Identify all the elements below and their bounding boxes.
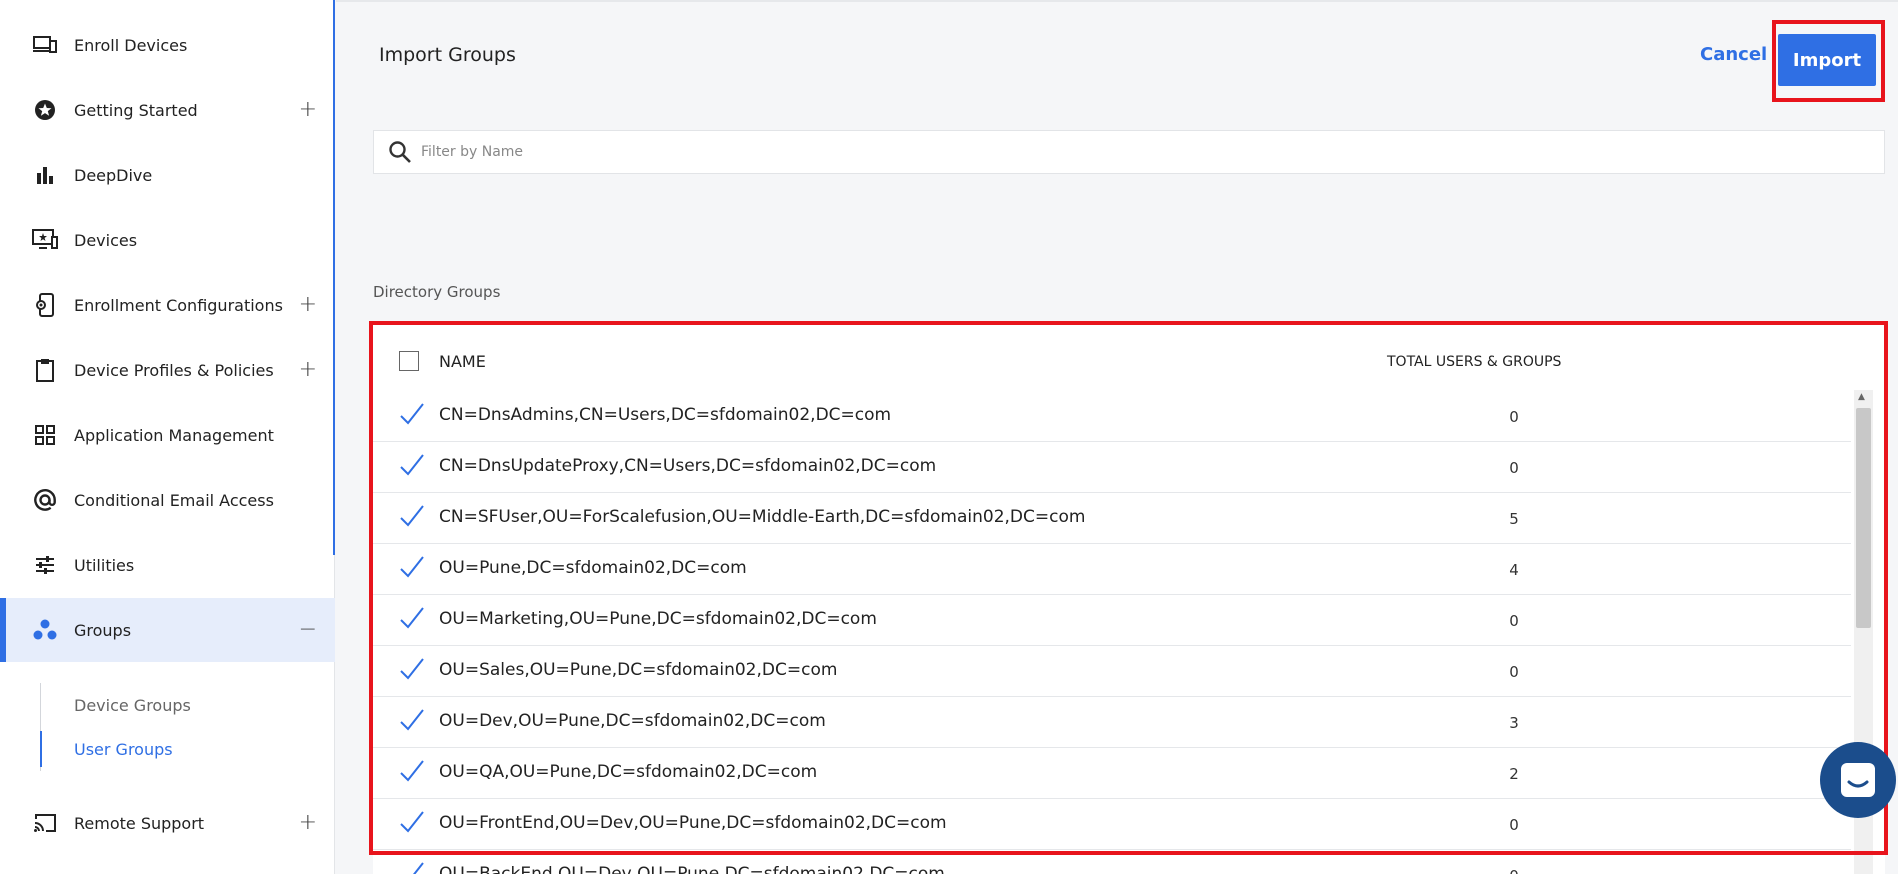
cast-icon [32, 810, 58, 836]
chat-launcher-button[interactable] [1820, 742, 1896, 818]
sidebar-item-deepdive[interactable]: DeepDive [0, 143, 335, 207]
sidebar-item-label: Conditional Email Access [74, 490, 274, 510]
chat-icon [1841, 763, 1875, 797]
search-bar [373, 130, 1885, 174]
sidebar-item-utilities[interactable]: Utilities [0, 533, 335, 597]
group-name: OU=BackEnd,OU=Dev,OU=Pune,DC=sfdomain02,… [439, 864, 945, 874]
sliders-icon [32, 552, 58, 578]
groups-submenu: Device Groups User Groups [40, 683, 330, 771]
sidebar-item-label: Devices [74, 230, 138, 250]
star-badge-icon [32, 97, 58, 123]
sidebar-subitem-user-groups[interactable]: User Groups [40, 727, 291, 771]
monitor-icon [32, 227, 58, 253]
expand-plus-icon[interactable]: + [299, 359, 317, 381]
group-count: 0 [1499, 867, 1529, 874]
sidebar-item-label: Utilities [74, 555, 135, 575]
sidebar-item-label: Remote Support [74, 813, 205, 833]
sidebar-item-label: Groups [74, 620, 132, 640]
expand-plus-icon[interactable]: + [299, 294, 317, 316]
sidebar-item-groups[interactable]: Groups − [0, 598, 335, 662]
search-icon [385, 137, 415, 167]
sidebar-item-device-profiles-policies[interactable]: Device Profiles & Policies + [0, 338, 335, 402]
sidebar-item-label: Device Profiles & Policies [74, 360, 274, 380]
sidebar-item-getting-started[interactable]: Getting Started + [0, 78, 335, 142]
at-sign-icon [32, 487, 58, 513]
page-title: Import Groups [379, 44, 516, 66]
bar-chart-icon [32, 162, 58, 188]
sidebar-item-label: Getting Started [74, 100, 198, 120]
check-icon[interactable] [399, 861, 425, 874]
sidebar-item-enrollment-configurations[interactable]: Enrollment Configurations + [0, 273, 335, 337]
sidebar-item-conditional-email-access[interactable]: Conditional Email Access [0, 468, 335, 532]
devices-icon [32, 32, 58, 58]
sidebar-item-remote-support[interactable]: Remote Support + [0, 791, 335, 855]
sidebar-item-label: Enroll Devices [74, 35, 188, 55]
sidebar: Enroll Devices Getting Started + DeepDiv… [0, 0, 335, 874]
sidebar-item-label: Enrollment Configurations [74, 295, 283, 315]
sidebar-item-label: DeepDive [74, 165, 153, 185]
cancel-button[interactable]: Cancel [1700, 44, 1767, 65]
collapse-minus-icon[interactable]: − [299, 619, 317, 641]
sidebar-subitem-device-groups[interactable]: Device Groups [41, 683, 291, 727]
expand-plus-icon[interactable]: + [299, 812, 317, 834]
groups-icon [32, 617, 58, 643]
sidebar-item-enroll-devices[interactable]: Enroll Devices [0, 13, 335, 77]
main-content: Import Groups Cancel Import Directory Gr… [336, 0, 1898, 874]
clipboard-icon [32, 357, 58, 383]
app-grid-icon [32, 422, 58, 448]
phone-settings-icon [32, 292, 58, 318]
import-button[interactable]: Import [1778, 34, 1876, 86]
sidebar-item-application-management[interactable]: Application Management [0, 403, 335, 467]
sidebar-item-label: Application Management [74, 425, 274, 445]
top-divider [336, 0, 1898, 2]
search-input[interactable] [421, 144, 1821, 160]
section-label: Directory Groups [373, 283, 501, 301]
sidebar-item-devices[interactable]: Devices [0, 208, 335, 272]
expand-plus-icon[interactable]: + [299, 99, 317, 121]
table-highlight-box [369, 321, 1888, 855]
